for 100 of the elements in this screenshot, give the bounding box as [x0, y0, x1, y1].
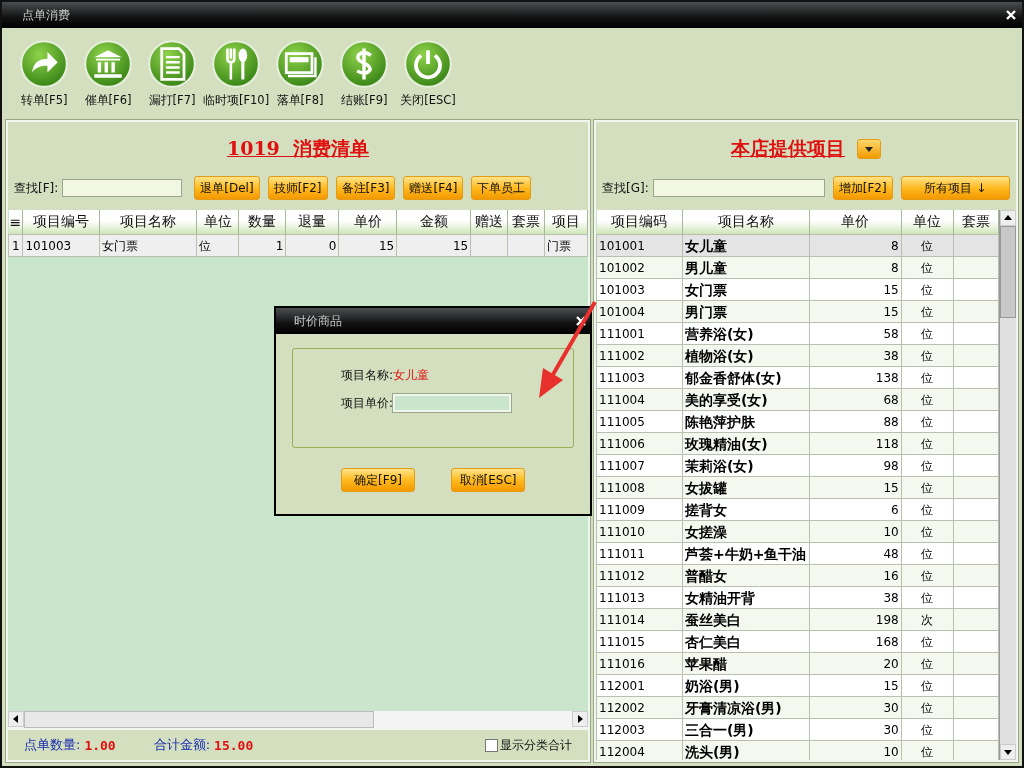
column-header[interactable]: 项目编号	[22, 210, 100, 235]
table-row[interactable]: 101004 男门票 15 位	[596, 300, 999, 323]
table-cell: 位	[921, 370, 934, 385]
table-row[interactable]: 101001 女儿童 8 位	[596, 234, 999, 257]
table-cell: 10	[883, 524, 899, 539]
toolbar-button[interactable]: 转单[F5]	[12, 40, 76, 108]
dropdown-button[interactable]	[857, 139, 881, 159]
table-row[interactable]: 111008 女拔罐 15 位	[596, 476, 999, 499]
table-cell: 10	[883, 744, 899, 759]
table-cell: 30	[883, 700, 899, 715]
table-row[interactable]: 111007 茉莉浴(女) 98 位	[596, 454, 999, 477]
table-cell: 女拔罐	[684, 479, 727, 496]
table-row[interactable]: 111012 普醋女 16 位	[596, 564, 999, 587]
table-cell: 陈艳萍护肤	[684, 413, 755, 430]
column-header[interactable]: 项目编码	[596, 210, 683, 235]
column-header[interactable]: 项目	[545, 210, 588, 235]
action-button[interactable]: 赠送[F4]	[403, 176, 464, 200]
caret-up-icon[interactable]	[1004, 215, 1012, 221]
table-cell: 112002	[599, 700, 645, 715]
table-row[interactable]: 111009 搓背女 6 位	[596, 498, 999, 521]
summary-label: 点单数量:	[24, 736, 81, 754]
dialog-button[interactable]: 取消[ESC]	[451, 468, 525, 492]
table-row[interactable]: 111016 苹果醋 20 位	[596, 652, 999, 675]
column-header[interactable]: 单价	[809, 210, 902, 235]
table-row[interactable]: 111002 植物浴(女) 38 位	[596, 344, 999, 367]
table-cell: 168	[875, 634, 899, 649]
table-cell: 位	[921, 282, 934, 297]
column-header[interactable]: ≡	[8, 210, 23, 235]
close-icon[interactable]	[576, 316, 586, 326]
toolbar-button[interactable]: 结账[F9]	[332, 40, 396, 108]
table-row[interactable]: 111014 蚕丝美白 198 次	[596, 608, 999, 631]
table-cell: 位	[921, 568, 934, 583]
table-row[interactable]: 111013 女精油开背 38 位	[596, 586, 999, 609]
table-cell: 位	[921, 590, 934, 605]
table-cell: 15	[452, 238, 469, 253]
action-button[interactable]: 增加[F2]	[832, 176, 893, 200]
action-button[interactable]: 下单员工	[471, 176, 532, 200]
column-header[interactable]: 单位	[196, 210, 239, 235]
toolbar-button[interactable]: 落单[F8]	[268, 40, 332, 108]
table-cell: 111011	[599, 546, 645, 561]
column-header[interactable]: 套票	[953, 210, 999, 235]
table-row[interactable]: 111004 美的享受(女) 68 位	[596, 388, 999, 411]
horizontal-scrollbar[interactable]	[8, 711, 588, 728]
utensils-icon	[212, 40, 260, 88]
table-cell: 111005	[599, 414, 645, 429]
action-button[interactable]: 技师[F2]	[267, 176, 328, 200]
price-input[interactable]	[393, 394, 512, 412]
table-row[interactable]: 111005 陈艳萍护肤 88 位	[596, 410, 999, 433]
column-header[interactable]: 退量	[285, 210, 339, 235]
toolbar-button[interactable]: 临时项[F10]	[204, 40, 268, 108]
table-row[interactable]: 111001 营养浴(女) 58 位	[596, 322, 999, 345]
column-header[interactable]: 单位	[901, 210, 954, 235]
scrollbar-thumb[interactable]	[24, 711, 374, 728]
caret-down-icon[interactable]	[1004, 749, 1012, 755]
table-row[interactable]: 112002 牙膏清凉浴(男) 30 位	[596, 696, 999, 719]
table-cell: 位	[921, 546, 934, 561]
toolbar-button[interactable]: 催单[F6]	[76, 40, 140, 108]
column-header[interactable]: 项目名称	[682, 210, 810, 235]
table-row[interactable]: 101002 男儿童 8 位	[596, 256, 999, 279]
table-row[interactable]: 111015 杏仁美白 168 位	[596, 630, 999, 653]
table-row[interactable]: 111003 郁金香舒体(女) 138 位	[596, 366, 999, 389]
table-row[interactable]: 112003 三合一(男) 30 位	[596, 718, 999, 741]
table-cell: 位	[921, 480, 934, 495]
column-header[interactable]: 赠送	[470, 210, 508, 235]
table-cell: 位	[921, 238, 934, 253]
table-cell: 位	[921, 634, 934, 649]
column-header[interactable]: 项目名称	[99, 210, 197, 235]
table-row[interactable]: 111011 芦荟+牛奶+鱼干油 48 位	[596, 542, 999, 565]
close-icon[interactable]	[1006, 10, 1016, 20]
table-cell: 6	[891, 502, 899, 517]
table-cell: 101004	[599, 304, 645, 319]
search-field[interactable]	[62, 179, 183, 197]
toolbar-button[interactable]: 关闭[ESC]	[396, 40, 460, 108]
action-button[interactable]: 所有项目 ↓	[900, 176, 1010, 200]
table-row[interactable]: 112004 洗头(男) 10 位	[596, 740, 999, 760]
vertical-scrollbar[interactable]	[999, 210, 1016, 760]
search-field[interactable]	[652, 179, 825, 197]
caret-down-icon	[865, 146, 873, 152]
table-row[interactable]: 111010 女搓澡 10 位	[596, 520, 999, 543]
caret-right-icon[interactable]	[577, 715, 583, 723]
checkbox[interactable]	[485, 738, 498, 752]
table-row[interactable]: 111006 玫瑰精油(女) 118 位	[596, 432, 999, 455]
action-button[interactable]: 退单[Del]	[194, 176, 260, 200]
table-cell: 牙膏清凉浴(男)	[684, 699, 782, 716]
column-header[interactable]: 单价	[338, 210, 397, 235]
table-row[interactable]: 112001 奶浴(男) 15 位	[596, 674, 999, 697]
table-cell: 111002	[599, 348, 645, 363]
table-cell: 男门票	[684, 303, 727, 320]
table-cell: 111006	[599, 436, 645, 451]
dialog-button[interactable]: 确定[F9]	[341, 468, 415, 492]
toolbar-button[interactable]: 漏打[F7]	[140, 40, 204, 108]
table-row[interactable]: 101003 女门票 15 位	[596, 278, 999, 301]
table-cell: 植物浴(女)	[684, 347, 754, 364]
column-header[interactable]: 金额	[396, 210, 471, 235]
window-title: 点单消费	[22, 6, 70, 24]
action-button[interactable]: 备注[F3]	[335, 176, 396, 200]
column-header[interactable]: 套票	[507, 210, 545, 235]
scrollbar-thumb[interactable]	[1000, 226, 1016, 318]
column-header[interactable]: 数量	[238, 210, 286, 235]
caret-left-icon[interactable]	[13, 715, 19, 723]
